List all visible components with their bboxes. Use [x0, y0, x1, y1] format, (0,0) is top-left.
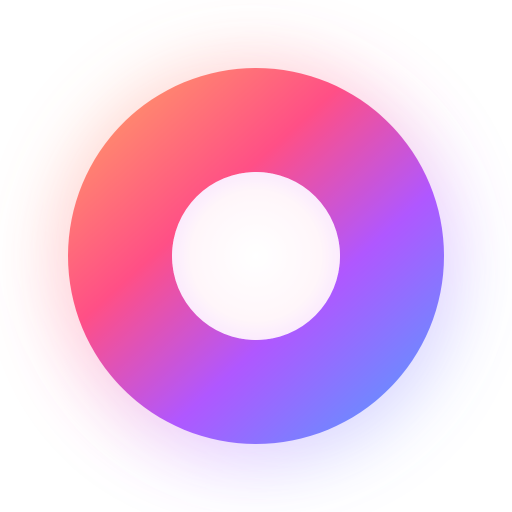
ring-hole: [172, 172, 340, 340]
ring-logo-icon: [0, 0, 512, 512]
app-icon-canvas: [0, 0, 512, 512]
